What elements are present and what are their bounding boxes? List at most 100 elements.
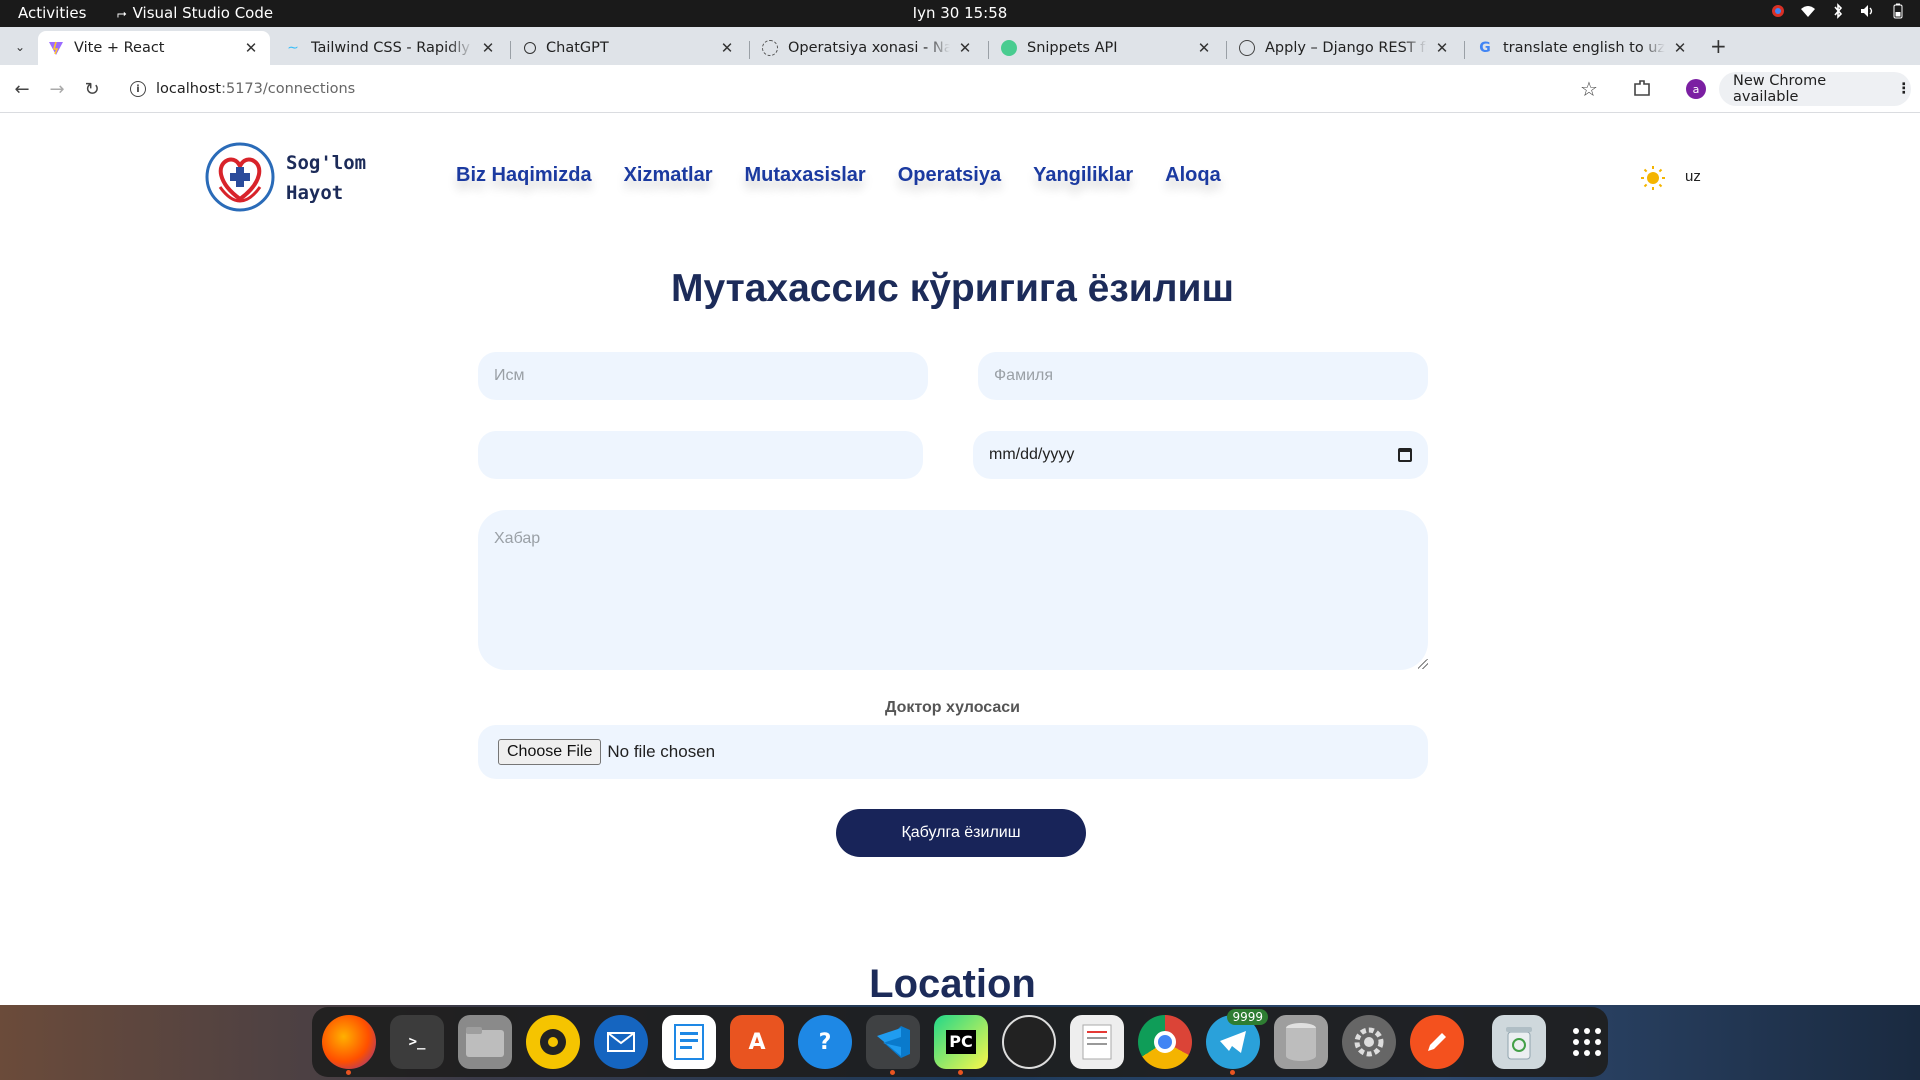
back-button[interactable]: ← [10,77,34,101]
new-tab-button[interactable]: + [1710,36,1727,56]
libreoffice-writer-icon[interactable] [662,1015,716,1069]
bluetooth-icon[interactable] [1830,3,1846,19]
show-apps-grid-icon[interactable] [1560,1015,1614,1069]
submit-appointment-button[interactable]: Қабулга ёзилиш [836,809,1086,857]
brand-line-1: Sog'lom [286,152,367,174]
close-tab-icon[interactable]: ✕ [1671,39,1689,57]
tailwind-icon: ∼ [287,40,299,56]
browser-toolbar: ← → ↻ i localhost:5173/connections ☆ a N… [0,65,1920,113]
battery-icon[interactable] [1890,3,1906,19]
extensions-puzzle-icon[interactable] [1632,78,1652,98]
brand-name[interactable]: Sog'lom Hayot [286,148,366,208]
tab-chatgpt[interactable]: ChatGPT ✕ [514,31,746,65]
forward-button[interactable]: → [45,77,69,101]
tab-vite-react[interactable]: Vite + React ✕ [38,31,270,65]
phone-input[interactable] [478,431,923,479]
brand-line-2: Hayot [286,182,344,204]
app-center-icon[interactable]: A [730,1015,784,1069]
close-tab-icon[interactable]: ✕ [242,39,260,57]
files-icon[interactable] [458,1015,512,1069]
close-tab-icon[interactable]: ✕ [956,39,974,57]
last-name-input[interactable] [978,352,1428,400]
reload-button[interactable]: ↻ [80,77,104,101]
url-path: :5173/connections [221,81,356,97]
close-tab-icon[interactable]: ✕ [479,39,497,57]
nav-link-about[interactable]: Biz Haqimizda [456,164,592,187]
volume-icon[interactable] [1860,3,1876,19]
telegram-icon[interactable]: 9999 [1206,1009,1268,1075]
file-upload-field: Choose File No file chosen [478,725,1428,779]
globe-icon [1239,40,1255,56]
tab-title: Operatsiya xonasi - Nanc [788,40,950,56]
tab-title: Tailwind CSS - Rapidly bu [311,40,473,56]
tab-title: Vite + React [74,40,165,56]
trash-icon[interactable] [1492,1015,1546,1069]
document-viewer-icon[interactable] [1070,1015,1124,1069]
telegram-unread-badge: 9999 [1227,1009,1268,1025]
system-top-bar: Activities ⮣ Visual Studio Code Iyn 30 1… [0,0,1920,27]
file-status: No file chosen [607,742,716,761]
tab-title: translate english to uzbe [1503,40,1665,56]
nav-link-services[interactable]: Xizmatlar [624,164,713,187]
gear-site-icon [762,40,778,56]
site-info-icon[interactable]: i [130,81,146,97]
chrome-icon[interactable] [1138,1015,1192,1069]
chrome-tray-icon[interactable] [1770,3,1786,19]
chrome-update-button[interactable]: New Chrome available ⋮ [1719,72,1911,106]
nav-link-contact[interactable]: Aloqa [1165,164,1221,187]
activities-button[interactable]: Activities [18,4,86,22]
focused-app-menu[interactable]: ⮣ Visual Studio Code [117,4,273,22]
date-input[interactable]: mm/dd/yyyy [973,431,1428,479]
focused-app-name: Visual Studio Code [132,4,274,22]
close-tab-icon[interactable]: ✕ [718,39,736,57]
tab-operatsiya[interactable]: Operatsiya xonasi - Nanc ✕ [752,31,984,65]
terminal-icon[interactable]: >_ [390,1015,444,1069]
ubuntu-dock: >_ A ? PC 9999 [312,1007,1608,1077]
profile-avatar[interactable]: a [1686,79,1706,99]
tab-django-rest[interactable]: Apply – Django REST frar ✕ [1229,31,1461,65]
nav-link-operation[interactable]: Operatsiya [898,164,1001,187]
database-icon[interactable] [1274,1015,1328,1069]
help-icon[interactable]: ? [798,1015,852,1069]
close-tab-icon[interactable]: ✕ [1195,39,1213,57]
theme-toggle-sun-icon[interactable] [1640,165,1666,191]
rhythmbox-icon[interactable] [526,1015,580,1069]
pycharm-icon[interactable]: PC [934,1015,988,1075]
chatgpt-icon [524,42,536,54]
tab-search-chevron-icon[interactable]: ⌄ [9,36,31,58]
settings-icon[interactable] [1342,1015,1396,1069]
system-tray[interactable] [1770,3,1906,19]
tab-snippets-api[interactable]: Snippets API ✕ [991,31,1223,65]
tab-title: Snippets API [1027,40,1118,56]
kebab-menu-icon[interactable]: ⋮ [1897,81,1912,97]
textarea-resize-handle[interactable] [1418,659,1428,669]
chrome-update-label: New Chrome available [1733,73,1827,105]
google-icon: G [1479,40,1491,56]
obs-studio-icon[interactable] [1002,1015,1056,1069]
calendar-icon[interactable] [1398,448,1412,462]
first-name-input[interactable] [478,352,928,400]
text-editor-icon[interactable] [1410,1015,1464,1069]
close-tab-icon[interactable]: ✕ [1433,39,1451,57]
nav-link-news[interactable]: Yangiliklar [1033,164,1133,187]
vscode-icon[interactable] [866,1015,920,1075]
vscode-icon: ⮣ [117,5,127,20]
tab-title: Apply – Django REST frar [1265,40,1427,56]
clinic-logo[interactable] [204,141,276,213]
choose-file-button[interactable]: Choose File [498,739,602,765]
message-textarea[interactable] [478,510,1428,670]
web-page: Sog'lom Hayot Biz Haqimizda Xizmatlar Mu… [0,114,1920,1005]
thunderbird-icon[interactable] [594,1015,648,1069]
language-selector[interactable]: uz [1685,168,1701,185]
form-title: Мутахассис кўригига ёзилиш [670,267,1234,310]
firefox-icon[interactable] [322,1015,376,1075]
tab-google-translate[interactable]: G translate english to uzbe ✕ [1467,31,1699,65]
tab-tailwind[interactable]: ∼ Tailwind CSS - Rapidly bu ✕ [275,31,507,65]
vite-icon [48,40,64,56]
clock[interactable]: Iyn 30 15:58 [913,4,1008,22]
nav-link-specialists[interactable]: Mutaxasislar [745,164,866,187]
wifi-icon[interactable] [1800,3,1816,19]
date-placeholder: mm/dd/yyyy [989,446,1075,463]
bookmark-star-icon[interactable]: ☆ [1580,77,1598,101]
address-bar[interactable]: i localhost:5173/connections [118,71,1588,107]
